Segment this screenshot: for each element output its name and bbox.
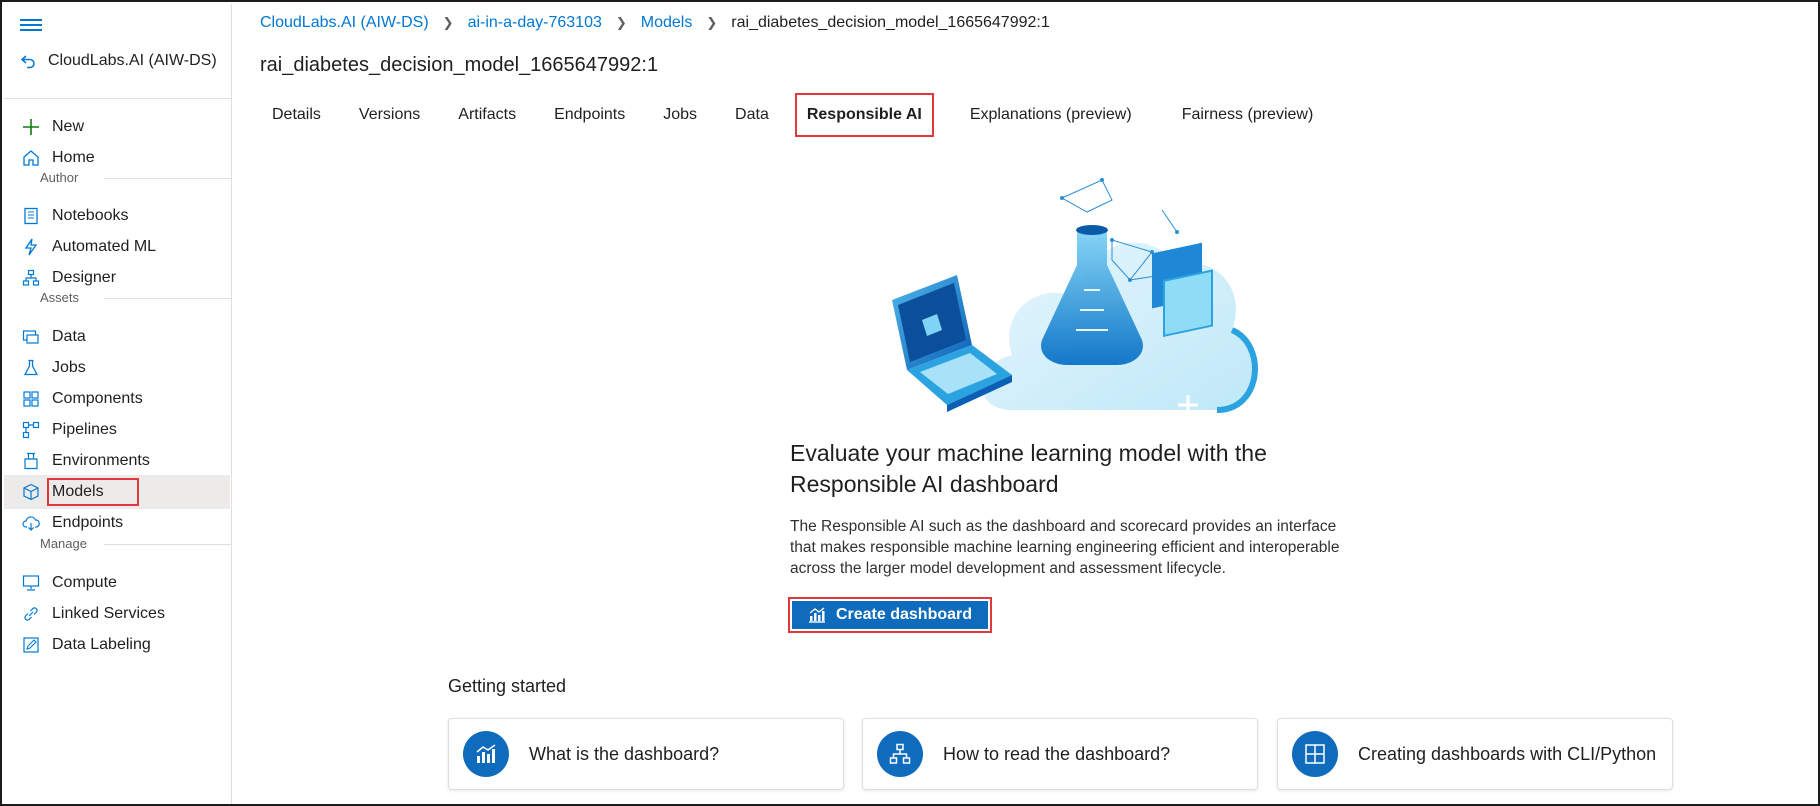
tab-endpoints[interactable]: Endpoints <box>542 94 637 136</box>
sidebar-item-label: Models <box>47 478 139 506</box>
environment-icon <box>20 450 42 472</box>
card-label: What is the dashboard? <box>529 743 720 764</box>
breadcrumb-link-resource-group[interactable]: ai-in-a-day-763103 <box>468 14 602 32</box>
card-what-is-dashboard[interactable]: What is the dashboard? <box>448 718 844 790</box>
tab-responsible-ai[interactable]: Responsible AI <box>794 93 934 137</box>
sidebar-item-label: Compute <box>52 574 117 591</box>
section-label-assets: Assets <box>40 290 80 305</box>
responsible-ai-illustration <box>892 178 1258 415</box>
link-icon <box>20 603 42 625</box>
sidebar-item-label: Components <box>52 390 143 407</box>
workspace-name: CloudLabs.AI (AIW-DS) <box>48 52 217 69</box>
edit-label-icon <box>20 634 42 656</box>
sidebar-item-linked-services[interactable]: Linked Services <box>4 597 230 631</box>
sidebar-item-label: New <box>52 118 85 135</box>
workspace-back-link[interactable]: CloudLabs.AI (AIW-DS) <box>20 48 217 74</box>
hero-heading: Evaluate your machine learning model wit… <box>790 440 1267 497</box>
hamburger-menu-icon[interactable] <box>20 16 42 34</box>
sidebar-item-components[interactable]: Components <box>4 382 230 416</box>
components-icon <box>20 388 42 410</box>
tab-fairness[interactable]: Fairness (preview) <box>1170 94 1326 136</box>
monitor-icon <box>20 572 42 594</box>
sidebar-item-label: Jobs <box>52 359 86 376</box>
chevron-right-icon: ❯ <box>615 15 627 30</box>
section-label-author: Author <box>40 170 79 185</box>
cube-icon <box>20 481 42 503</box>
designer-icon <box>20 267 42 289</box>
tab-artifacts[interactable]: Artifacts <box>446 94 528 136</box>
card-label: How to read the dashboard? <box>943 743 1171 764</box>
chart-icon <box>808 607 825 623</box>
endpoint-cloud-icon <box>20 512 42 534</box>
sidebar-item-label: Pipelines <box>52 421 117 438</box>
card-creating-dashboards-cli[interactable]: Creating dashboards with CLI/Python <box>1277 718 1673 790</box>
getting-started-title: Getting started <box>448 676 567 696</box>
sidebar-item-label: Data Labeling <box>52 636 151 653</box>
sidebar-item-notebooks[interactable]: Notebooks <box>4 199 230 233</box>
create-dashboard-button-inner[interactable]: Create dashboard <box>792 601 988 629</box>
sidebar-item-automated-ml[interactable]: Automated ML <box>4 230 230 264</box>
tab-explanations[interactable]: Explanations (preview) <box>958 94 1144 136</box>
home-icon <box>20 147 42 169</box>
page-title: rai_diabetes_decision_model_1665647992:1 <box>260 54 659 76</box>
breadcrumb-link-workspace[interactable]: CloudLabs.AI (AIW-DS) <box>260 14 429 32</box>
breadcrumb-current: rai_diabetes_decision_model_1665647992:1 <box>731 14 1050 31</box>
sidebar-item-models[interactable]: Models <box>4 475 230 509</box>
breadcrumb: CloudLabs.AI (AIW-DS) ❯ ai-in-a-day-7631… <box>260 12 1050 34</box>
sidebar-item-label: Home <box>52 149 95 166</box>
tab-versions[interactable]: Versions <box>347 94 432 136</box>
sidebar-item-environments[interactable]: Environments <box>4 444 230 478</box>
card-how-to-read-dashboard[interactable]: How to read the dashboard? <box>862 718 1258 790</box>
sidebar-item-data[interactable]: Data <box>4 320 230 354</box>
app-window: CloudLabs.AI (AIW-DS) New Home Author No… <box>0 0 1820 806</box>
pipeline-icon <box>20 419 42 441</box>
divider <box>104 178 231 179</box>
divider <box>104 544 231 545</box>
data-icon <box>20 326 42 348</box>
flask-icon <box>20 357 42 379</box>
hero-description: The Responsible AI such as the dashboard… <box>790 518 1340 577</box>
tab-bar: Details Versions Artifacts Endpoints Job… <box>260 93 1339 137</box>
plus-icon <box>20 116 42 138</box>
divider <box>104 298 231 299</box>
card-label: Creating dashboards with CLI/Python <box>1358 743 1657 764</box>
left-nav: CloudLabs.AI (AIW-DS) New Home Author No… <box>4 4 232 804</box>
flow-diagram-icon <box>877 731 923 777</box>
sidebar-item-label: Notebooks <box>52 207 129 224</box>
grid-layout-icon <box>1292 731 1338 777</box>
sidebar-item-compute[interactable]: Compute <box>4 566 230 600</box>
tab-details[interactable]: Details <box>260 94 333 136</box>
divider <box>4 98 231 99</box>
create-dashboard-label: Create dashboard <box>835 606 973 623</box>
sidebar-item-label: Endpoints <box>52 514 124 531</box>
tab-data[interactable]: Data <box>723 94 781 136</box>
breadcrumb-link-models[interactable]: Models <box>641 14 693 32</box>
automated-ml-icon <box>20 236 42 258</box>
section-label-manage: Manage <box>40 536 87 551</box>
create-dashboard-button[interactable]: Create dashboard <box>788 597 992 633</box>
sidebar-item-label: Environments <box>52 452 150 469</box>
sidebar-item-pipelines[interactable]: Pipelines <box>4 413 230 447</box>
sidebar-item-label: Automated ML <box>52 238 157 255</box>
chevron-right-icon: ❯ <box>706 15 718 30</box>
sidebar-item-new[interactable]: New <box>4 110 230 144</box>
sidebar-item-home[interactable]: Home <box>4 141 230 175</box>
sidebar-item-data-labeling[interactable]: Data Labeling <box>4 628 230 662</box>
sidebar-item-label: Data <box>52 328 86 345</box>
sidebar-item-endpoints[interactable]: Endpoints <box>4 506 230 540</box>
back-arrow-icon <box>20 55 35 69</box>
sidebar-item-label: Designer <box>52 269 117 286</box>
sidebar-item-jobs[interactable]: Jobs <box>4 351 230 385</box>
chevron-right-icon: ❯ <box>442 15 454 30</box>
notebook-icon <box>20 205 42 227</box>
tab-jobs[interactable]: Jobs <box>651 94 709 136</box>
sidebar-item-label: Linked Services <box>52 605 165 622</box>
sidebar-item-designer[interactable]: Designer <box>4 261 230 295</box>
analytics-chart-icon <box>463 731 509 777</box>
